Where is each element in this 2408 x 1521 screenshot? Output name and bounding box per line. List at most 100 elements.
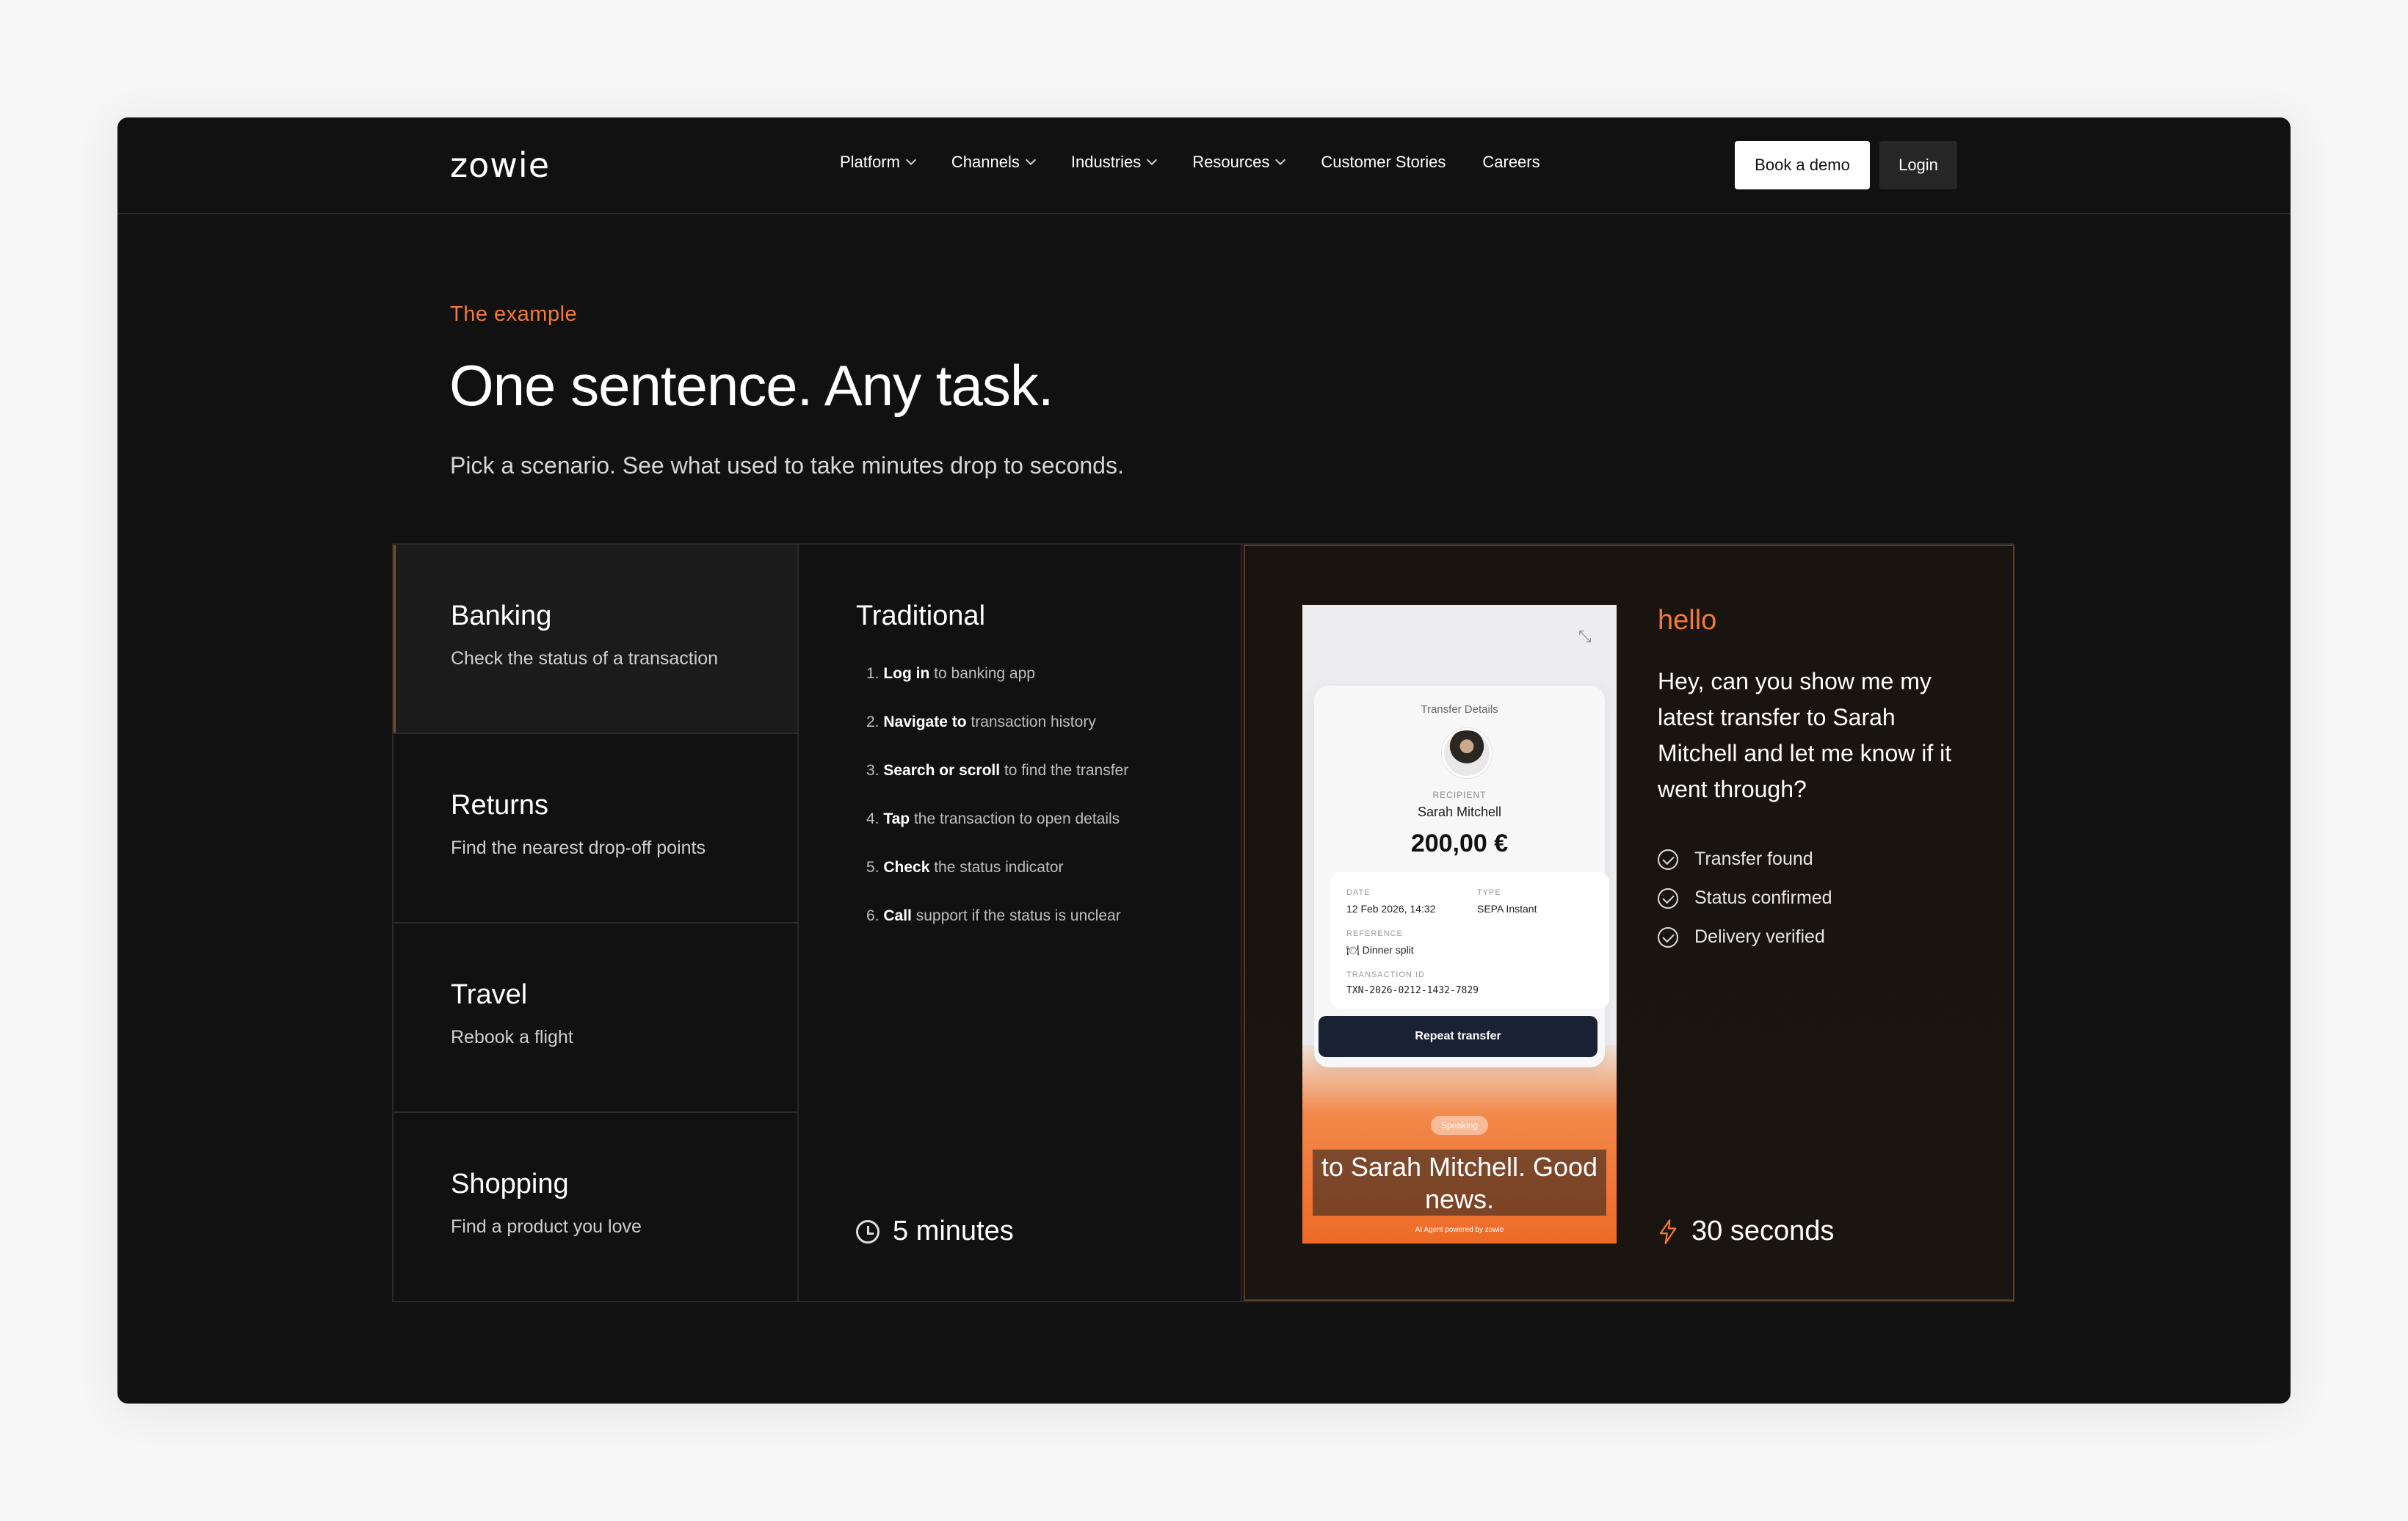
chevron-down-icon (1275, 154, 1286, 166)
scenario-comparison: Banking Check the status of a transactio… (392, 543, 2014, 1302)
step-action: Navigate to (883, 714, 967, 730)
scenario-title: Travel (451, 979, 528, 1010)
recipient-name: Sarah Mitchell (1417, 805, 1502, 819)
step-action: Log in (883, 665, 930, 682)
traditional-title: Traditional (856, 600, 986, 631)
nav-label: Platform (840, 153, 900, 171)
transfer-amount: 200,00 € (1410, 830, 1509, 857)
repeat-transfer-button[interactable]: Repeat transfer (1319, 1016, 1598, 1057)
nav-resources[interactable]: Resources (1192, 153, 1286, 172)
check-circle-icon (1658, 849, 1678, 870)
check-label: Transfer found (1694, 849, 1813, 869)
traditional-time: 5 minutes (856, 1216, 1014, 1247)
lightning-icon (1659, 1219, 1677, 1244)
speaking-indicator: Speaking (1431, 1116, 1488, 1135)
step-item: 1. Log in to banking app (866, 665, 1128, 714)
book-demo-button[interactable]: Book a demo (1735, 141, 1870, 189)
scenario-banking[interactable]: Banking Check the status of a transactio… (394, 545, 797, 734)
voice-caption: to Sarah Mitchell. Good news. (1313, 1150, 1606, 1216)
step-action: Search or scroll (883, 762, 1001, 779)
step-number: 3. (866, 762, 880, 779)
scenario-shopping[interactable]: Shopping Find a product you love (394, 1113, 797, 1302)
nav-customer-stories[interactable]: Customer Stories (1321, 153, 1446, 172)
nav-label: Resources (1192, 153, 1270, 171)
scenario-title: Banking (451, 600, 552, 631)
check-item: Status confirmed (1658, 879, 1832, 918)
step-item: 5. Check the status indicator (866, 859, 1128, 907)
step-item: 4. Tap the transaction to open details (866, 810, 1128, 859)
card-title: Transfer Details (1421, 703, 1498, 716)
scenario-list: Banking Check the status of a transactio… (394, 545, 799, 1301)
scenario-description: Rebook a flight (451, 1027, 573, 1048)
step-action: Tap (883, 810, 910, 827)
check-circle-icon (1658, 926, 1678, 948)
check-label: Delivery verified (1694, 926, 1825, 947)
powered-by: AI Agent powered by zowie (1415, 1226, 1504, 1234)
reference-label: REFERENCE (1346, 929, 1403, 938)
page-title: One sentence. Any task. (449, 353, 1054, 418)
chevron-down-icon (905, 154, 916, 166)
scenario-title: Returns (451, 790, 549, 821)
nav-platform[interactable]: Platform (840, 153, 916, 172)
scenario-description: Find the nearest drop-off points (451, 838, 706, 858)
step-text: transaction history (966, 714, 1096, 730)
app-window: zowie Platform Channels Industries Resou… (117, 117, 2291, 1404)
step-item: 3. Search or scroll to find the transfer (866, 762, 1128, 810)
reference-value: 🍽 Dinner split (1346, 944, 1414, 956)
nav-industries[interactable]: Industries (1070, 153, 1158, 172)
step-number: 2. (866, 714, 880, 730)
nav-label: Channels (951, 153, 1020, 171)
check-item: Transfer found (1658, 840, 1832, 879)
page-subtitle: Pick a scenario. See what used to take m… (450, 452, 1124, 479)
check-item: Delivery verified (1658, 918, 1832, 956)
login-button[interactable]: Login (1879, 141, 1957, 189)
transfer-details: DATE 12 Feb 2026, 14:32 TYPE SEPA Instan… (1330, 872, 1609, 1009)
zowie-logo[interactable]: zowie (450, 145, 550, 185)
type-label: TYPE (1477, 888, 1501, 897)
traditional-steps: 1. Log in to banking app 2. Navigate to … (866, 665, 1128, 956)
nav-label: Careers (1482, 153, 1540, 171)
step-text: to banking app (929, 665, 1035, 682)
scenario-travel[interactable]: Travel Rebook a flight (394, 923, 797, 1113)
step-text: support if the status is unclear (911, 907, 1121, 924)
agent-checklist: Transfer found Status confirmed Delivery… (1658, 840, 1832, 956)
time-label: 5 minutes (893, 1216, 1014, 1246)
phone-preview: ⤡ Transfer Details RECIPIENT Sarah Mitch… (1302, 605, 1617, 1244)
section-eyebrow: The example (450, 302, 578, 326)
scenario-description: Find a product you love (451, 1216, 642, 1237)
step-item: 2. Navigate to transaction history (866, 714, 1128, 762)
agent-greeting: hello (1658, 605, 1717, 636)
recipient-label: RECIPIENT (1432, 790, 1487, 800)
date-value: 12 Feb 2026, 14:32 (1346, 903, 1436, 915)
nav-channels[interactable]: Channels (951, 153, 1036, 172)
expand-icon[interactable]: ⤡ (1578, 627, 1595, 645)
nav-label: Industries (1070, 153, 1142, 171)
step-number: 6. (866, 907, 880, 924)
date-label: DATE (1346, 888, 1371, 897)
main-menu: Platform Channels Industries Resources C… (840, 153, 1540, 172)
clock-icon (856, 1219, 880, 1244)
top-navigation: zowie Platform Channels Industries Resou… (117, 117, 2291, 214)
scenario-title: Shopping (451, 1169, 569, 1199)
chevron-down-icon (1147, 154, 1158, 166)
chevron-down-icon (1025, 154, 1036, 166)
step-number: 5. (866, 859, 880, 876)
nav-careers[interactable]: Careers (1482, 153, 1540, 172)
transfer-details-card: Transfer Details RECIPIENT Sarah Mitchel… (1314, 686, 1609, 1067)
type-value: SEPA Instant (1477, 903, 1537, 915)
step-text: the status indicator (929, 859, 1064, 876)
step-item: 6. Call support if the status is unclear (866, 907, 1128, 956)
step-text: the transaction to open details (910, 810, 1120, 827)
transaction-id-label: TRANSACTION ID (1346, 970, 1425, 979)
step-action: Call (883, 907, 912, 924)
avatar (1442, 728, 1492, 778)
step-number: 4. (866, 810, 880, 827)
agent-panel: ⤡ Transfer Details RECIPIENT Sarah Mitch… (1244, 545, 2014, 1301)
traditional-panel: Traditional 1. Log in to banking app 2. … (799, 545, 1242, 1301)
step-number: 1. (866, 665, 880, 682)
step-action: Check (883, 859, 930, 876)
check-label: Status confirmed (1694, 887, 1832, 908)
scenario-returns[interactable]: Returns Find the nearest drop-off points (394, 734, 797, 923)
check-circle-icon (1658, 887, 1678, 909)
agent-time: 30 seconds (1658, 1216, 1834, 1247)
